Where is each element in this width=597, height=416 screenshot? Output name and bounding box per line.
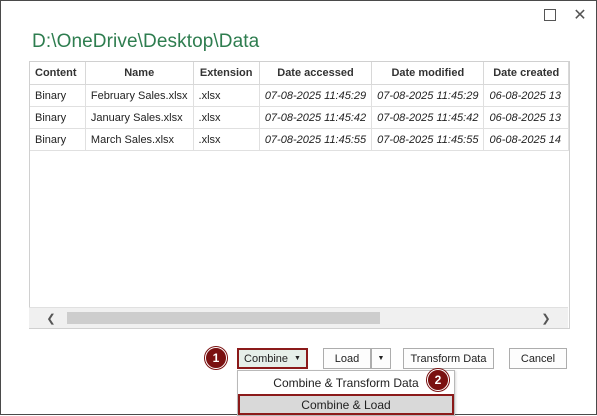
cell-date-created: 06-08-2025 13 xyxy=(483,106,569,129)
combine-files-dialog: ✕ D:\OneDrive\Desktop\Data Content Name … xyxy=(0,0,597,416)
chevron-down-icon: ▼ xyxy=(294,355,301,362)
cell-content: Binary xyxy=(30,106,86,129)
cell-content: Binary xyxy=(30,128,86,151)
table-row[interactable]: Binary January Sales.xlsx .xlsx 07-08-20… xyxy=(30,106,569,129)
table-header-row: Content Name Extension Date accessed Dat… xyxy=(30,62,569,85)
load-dropdown-button[interactable]: ▼ xyxy=(371,348,391,369)
cell-extension: .xlsx xyxy=(193,84,260,107)
cell-date-accessed: 07-08-2025 11:45:55 xyxy=(259,128,373,151)
table-row[interactable]: Binary February Sales.xlsx .xlsx 07-08-2… xyxy=(30,84,569,107)
transform-data-label: Transform Data xyxy=(410,352,487,365)
load-button-label: Load xyxy=(334,352,360,365)
cell-extension: .xlsx xyxy=(193,106,260,129)
maximize-icon xyxy=(544,9,556,21)
close-button[interactable]: ✕ xyxy=(566,4,594,26)
cell-date-accessed: 07-08-2025 11:45:42 xyxy=(259,106,373,129)
menu-item-combine-load[interactable]: Combine & Load xyxy=(238,394,454,415)
cell-date-modified: 07-08-2025 11:45:29 xyxy=(371,84,485,107)
cell-date-created: 06-08-2025 13 xyxy=(483,84,569,107)
cancel-button[interactable]: Cancel xyxy=(509,348,567,369)
close-icon: ✕ xyxy=(573,7,587,24)
table-row[interactable]: Binary March Sales.xlsx .xlsx 07-08-2025… xyxy=(30,128,569,151)
file-table: Content Name Extension Date accessed Dat… xyxy=(29,61,570,329)
maximize-button[interactable] xyxy=(536,4,564,26)
chevron-down-icon: ▼ xyxy=(377,355,385,362)
combine-button-label: Combine xyxy=(244,352,289,365)
step-badge-1: 1 xyxy=(205,347,227,369)
scroll-right-icon[interactable]: ❯ xyxy=(538,310,554,326)
transform-data-button[interactable]: Transform Data xyxy=(403,348,494,369)
cell-name: February Sales.xlsx xyxy=(85,84,194,107)
cell-date-created: 06-08-2025 14 xyxy=(483,128,569,151)
column-header-content[interactable]: Content xyxy=(30,62,86,85)
file-table-grid: Content Name Extension Date accessed Dat… xyxy=(30,62,569,151)
column-header-date-created[interactable]: Date created xyxy=(483,62,569,85)
cell-content: Binary xyxy=(30,84,86,107)
cancel-button-label: Cancel xyxy=(520,352,556,365)
column-header-extension[interactable]: Extension xyxy=(193,62,260,85)
scrollbar-thumb[interactable] xyxy=(67,312,380,324)
folder-path-title: D:\OneDrive\Desktop\Data xyxy=(32,31,260,52)
column-header-name[interactable]: Name xyxy=(85,62,194,85)
combine-dropdown-menu: Combine & Transform Data Combine & Load xyxy=(237,370,455,416)
column-header-date-modified[interactable]: Date modified xyxy=(371,62,485,85)
combine-button[interactable]: Combine ▼ xyxy=(237,348,308,369)
cell-date-modified: 07-08-2025 11:45:55 xyxy=(371,128,485,151)
cell-date-modified: 07-08-2025 11:45:42 xyxy=(371,106,485,129)
cell-name: January Sales.xlsx xyxy=(85,106,194,129)
scroll-left-icon[interactable]: ❮ xyxy=(43,310,59,326)
cell-date-accessed: 07-08-2025 11:45:29 xyxy=(259,84,373,107)
cell-name: March Sales.xlsx xyxy=(85,128,194,151)
horizontal-scrollbar[interactable]: ❮ ❯ xyxy=(29,307,568,328)
column-header-date-accessed[interactable]: Date accessed xyxy=(259,62,373,85)
step-badge-2: 2 xyxy=(427,369,449,391)
menu-item-combine-transform[interactable]: Combine & Transform Data xyxy=(238,372,454,393)
cell-extension: .xlsx xyxy=(193,128,260,151)
load-button[interactable]: Load xyxy=(323,348,371,369)
